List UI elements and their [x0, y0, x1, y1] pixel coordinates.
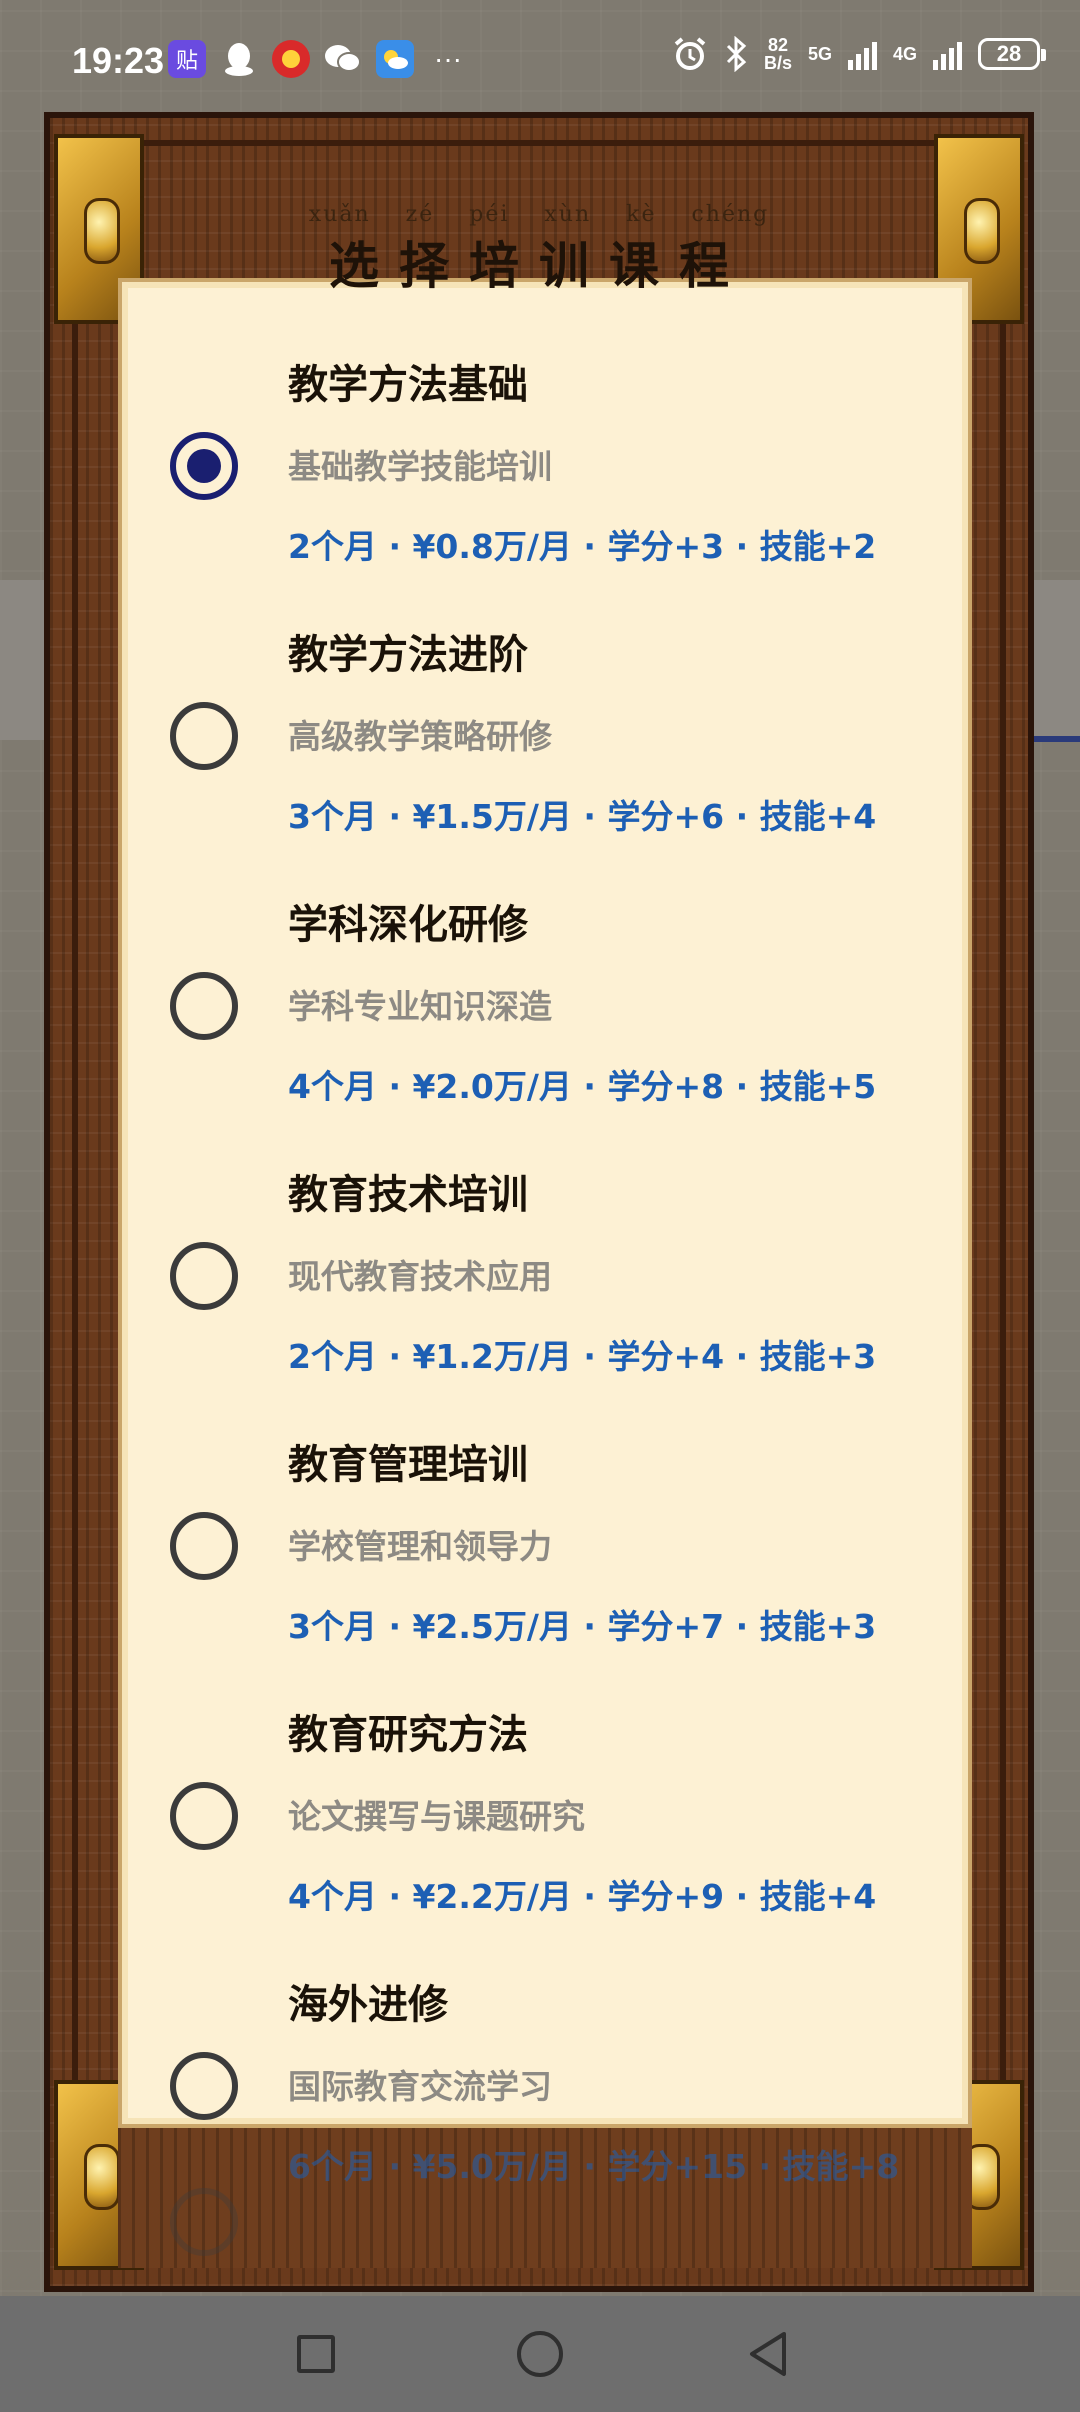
course-details: 3个月 · ¥2.5万/月 · 学分+7 · 技能+3 — [288, 1607, 877, 1646]
course-name: 教育技术培训 — [288, 1172, 528, 1218]
signal-5g-icon — [847, 38, 877, 70]
course-name: 教育管理培训 — [288, 1442, 528, 1488]
course-description: 现代教育技术应用 — [288, 1257, 552, 1296]
network-speed-value: 82 — [767, 35, 788, 55]
bluetooth-icon — [726, 36, 747, 72]
navigation-bar — [0, 2296, 1080, 2412]
dialog-title: 选择培训课程 — [329, 237, 749, 295]
course-description: 学科专业知识深造 — [288, 987, 552, 1026]
course-details: 2个月 · ¥1.2万/月 · 学分+4 · 技能+3 — [288, 1337, 877, 1376]
course-description: 国际教育交流学习 — [288, 2067, 552, 2106]
course-details: 2个月 · ¥0.8万/月 · 学分+3 · 技能+2 — [288, 527, 877, 566]
course-description: 高级教学策略研修 — [288, 717, 552, 756]
network-5g-label: 5G — [807, 43, 832, 64]
course-name: 教学方法基础 — [288, 362, 528, 408]
course-name: 教育研究方法 — [288, 1712, 528, 1758]
weather-icon — [376, 40, 414, 78]
recents-square-icon[interactable] — [288, 2326, 344, 2382]
network-speed-unit: B/s — [763, 53, 792, 73]
radio-button[interactable] — [170, 1782, 238, 1850]
qq-icon — [220, 40, 258, 78]
dialog-title-pinyin: xuǎn zé péi xùn kè chéng — [308, 202, 770, 227]
radio-button-selected[interactable] — [170, 432, 238, 500]
wechat-icon — [324, 40, 362, 78]
radio-button[interactable] — [170, 2052, 238, 2120]
back-triangle-icon[interactable] — [740, 2326, 796, 2382]
game-icon — [272, 40, 310, 78]
system-indicators: 82 B/s 5G 4G 28 — [672, 36, 1046, 72]
network-4g-label: 4G — [892, 43, 917, 64]
radio-button[interactable] — [170, 702, 238, 770]
background-accent-line — [1034, 736, 1080, 742]
radio-button[interactable] — [170, 1512, 238, 1580]
network-speed: 82 B/s — [764, 36, 792, 72]
signal-4g-icon — [933, 38, 962, 70]
battery-level: 28 — [996, 41, 1022, 66]
course-name: 教学方法进阶 — [288, 632, 528, 678]
battery-icon: 28 — [978, 38, 1046, 70]
course-name: 海外进修 — [288, 1982, 448, 2028]
tieba-glyph: 贴 — [175, 48, 198, 73]
more-notifications-icon: ··· — [434, 43, 462, 74]
status-bar: 19:23 贴 ··· 82 B/s 5G 4G 28 — [0, 0, 1080, 120]
course-description: 基础教学技能培训 — [288, 447, 552, 486]
radio-button[interactable] — [170, 1242, 238, 1310]
radio-button[interactable] — [170, 972, 238, 1040]
status-time: 19:23 — [72, 40, 165, 81]
course-details: 3个月 · ¥1.5万/月 · 学分+6 · 技能+4 — [288, 797, 877, 836]
tieba-icon: 贴 — [168, 40, 206, 78]
course-description: 论文撰写与课题研究 — [288, 1797, 585, 1836]
course-details: 4个月 · ¥2.2万/月 · 学分+9 · 技能+4 — [288, 1877, 877, 1916]
alarm-icon — [674, 37, 706, 70]
radio-button-partial[interactable] — [170, 2188, 238, 2256]
course-name: 学科深化研修 — [288, 902, 528, 948]
notification-icons: 贴 ··· — [168, 40, 462, 78]
course-details: 4个月 · ¥2.0万/月 · 学分+8 · 技能+5 — [288, 1067, 877, 1106]
home-circle-icon[interactable] — [512, 2326, 568, 2382]
course-description: 学校管理和领导力 — [288, 1527, 552, 1566]
course-details: 6个月 · ¥5.0万/月 · 学分+15 · 技能+8 — [288, 2147, 900, 2186]
